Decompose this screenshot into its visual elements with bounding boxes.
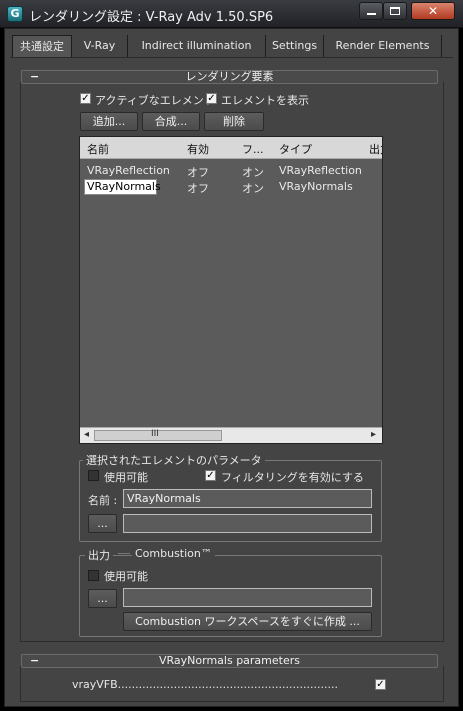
output-browse-button[interactable]: ...	[88, 589, 117, 608]
params-enable-checkbox[interactable]	[88, 470, 99, 481]
close-button[interactable]: ✕	[411, 2, 455, 20]
vrayvfb-label: vrayVFB.................................…	[72, 678, 338, 691]
tab-settings[interactable]: Settings	[266, 35, 324, 57]
window-title: レンダリング設定 : V-Ray Adv 1.50.SP6	[29, 10, 274, 25]
row-enabled: オフ	[187, 182, 209, 195]
close-icon: ✕	[427, 4, 439, 18]
rollout-title: レンダリング要素	[185, 70, 274, 83]
tab-common[interactable]: 共通設定	[12, 35, 72, 57]
grip-icon: III	[151, 429, 159, 439]
maximize-icon	[390, 7, 400, 15]
output-path-field[interactable]	[123, 588, 372, 607]
scroll-thumb[interactable]: III	[94, 429, 222, 441]
display-elements-checkbox[interactable]: ✓	[206, 93, 217, 104]
output-enable-label: 使用可能	[104, 570, 148, 583]
enable-filtering-checkbox[interactable]: ✓	[205, 470, 216, 481]
scroll-left-icon[interactable]: ◂	[84, 429, 89, 440]
tab-render-elements[interactable]: Render Elements	[324, 35, 442, 57]
enable-filtering-label: フィルタリングを有効にする	[221, 471, 364, 484]
element-name-label: 名前 :	[88, 494, 118, 507]
params-path-field[interactable]	[123, 514, 372, 533]
active-elements-label: アクティブなエレメント	[95, 94, 215, 107]
add-element-button[interactable]: 追加...	[80, 112, 138, 131]
render-elements-rollout-header[interactable]: − レンダリング要素	[21, 70, 438, 84]
row-enabled: オフ	[187, 166, 209, 179]
row-type: VRayNormals	[279, 180, 353, 193]
row-type: VRayReflection	[279, 164, 362, 177]
output-group-label: 出力	[85, 547, 113, 563]
column-header-filter[interactable]: フ...	[242, 141, 264, 157]
element-name-field[interactable]: VRayNormals	[123, 489, 372, 508]
tab-vray[interactable]: V-Ray	[72, 35, 128, 57]
list-header	[80, 137, 382, 159]
vrayvfb-checkbox[interactable]: ✓	[375, 679, 386, 690]
merge-element-button[interactable]: 合成...	[142, 112, 200, 131]
rollout-title: VRayNormals parameters	[158, 654, 300, 667]
normals-rollout-header[interactable]: − VRayNormals parameters	[21, 654, 438, 668]
row-filter: オン	[242, 166, 264, 179]
active-elements-checkbox[interactable]: ✓	[80, 93, 91, 104]
params-browse-button[interactable]: ...	[88, 514, 117, 533]
combustion-label: Combustion™	[132, 547, 215, 560]
row-filter: オン	[242, 182, 264, 195]
group-divider	[118, 553, 130, 554]
output-enable-checkbox[interactable]	[88, 570, 99, 581]
row-name-selected[interactable]: VRayNormals	[87, 180, 161, 193]
selected-element-params-label: 選択されたエレメントのパラメータ	[83, 452, 265, 468]
row-name[interactable]: VRayReflection	[87, 164, 170, 177]
delete-element-button[interactable]: 削除	[204, 112, 264, 131]
create-combustion-workspace-button[interactable]: Combustion ワークスペースをすぐに作成 ...	[123, 612, 372, 631]
elements-list[interactable]: 名前 有効 フ... タイプ 出力 VRayReflection オフ オン V…	[79, 136, 383, 444]
display-elements-label: エレメントを表示	[221, 94, 309, 107]
minimize-button[interactable]	[359, 2, 383, 20]
3dsmax-icon[interactable]: G	[7, 6, 23, 22]
params-enable-label: 使用可能	[104, 471, 148, 484]
scroll-right-icon[interactable]: ▸	[371, 429, 376, 440]
maximize-button[interactable]	[383, 2, 407, 20]
column-header-enabled[interactable]: 有効	[187, 141, 209, 157]
tab-underline	[10, 57, 453, 58]
column-header-name[interactable]: 名前	[87, 141, 109, 157]
minimize-icon	[366, 13, 376, 15]
horizontal-scrollbar[interactable]: ◂ III ▸	[80, 427, 382, 443]
column-header-type[interactable]: タイプ	[279, 141, 312, 157]
tab-indirect-illumination[interactable]: Indirect illumination	[128, 35, 266, 57]
column-header-output[interactable]: 出力	[369, 141, 382, 157]
